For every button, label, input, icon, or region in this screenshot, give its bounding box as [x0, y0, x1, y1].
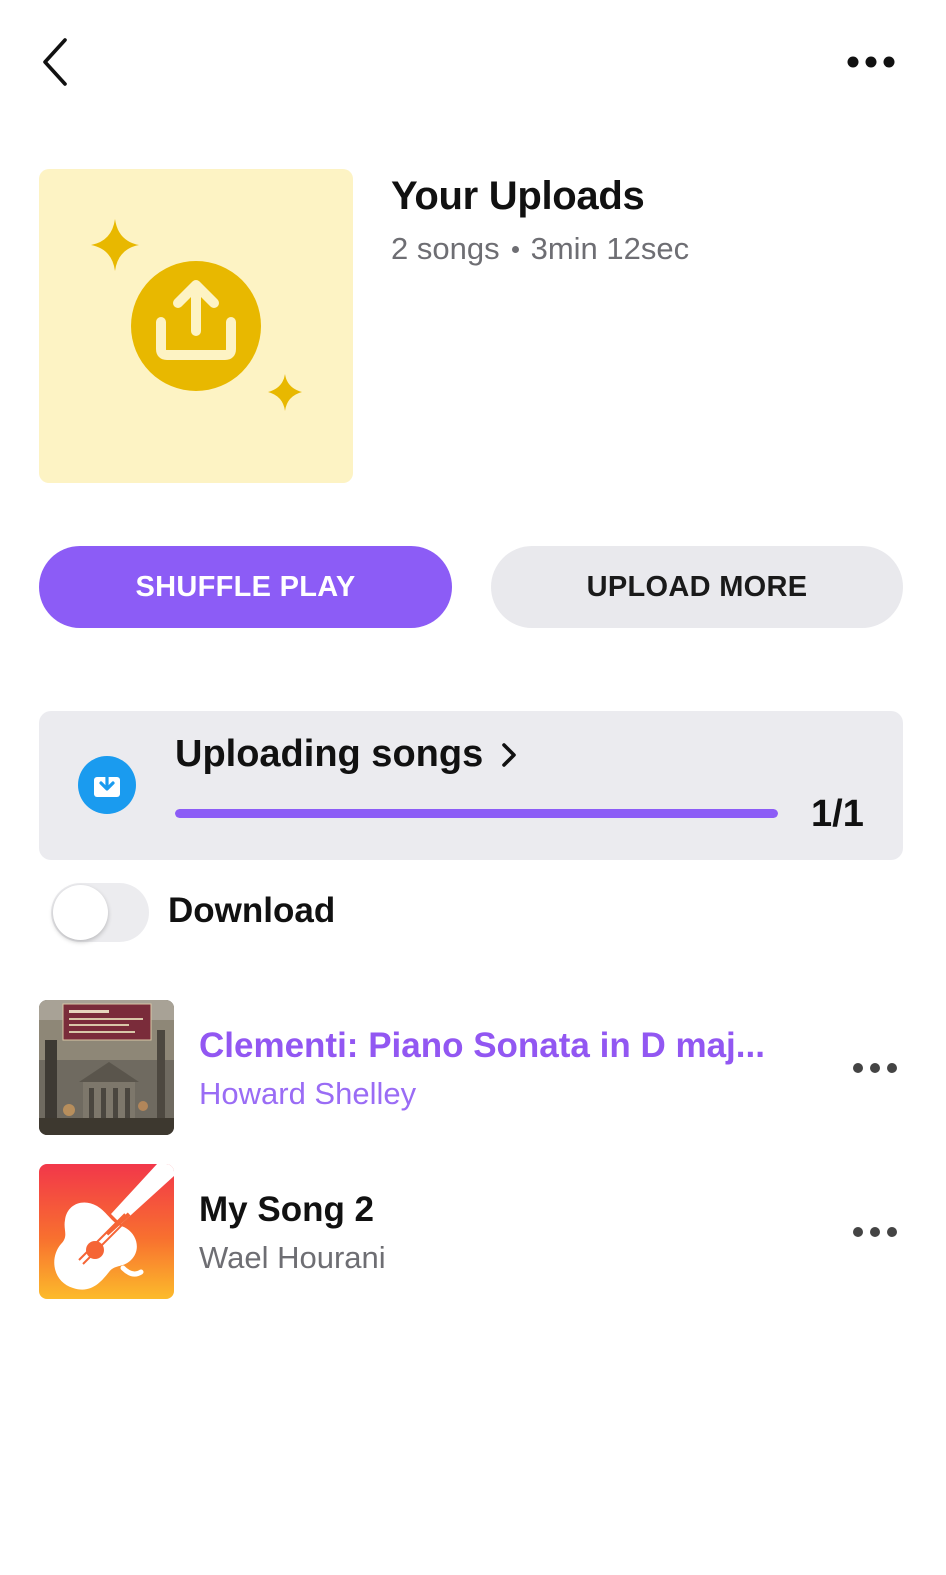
- uploading-songs-link[interactable]: Uploading songs: [175, 733, 517, 776]
- song-count: 2 songs: [391, 231, 500, 266]
- shuffle-play-button[interactable]: SHUFFLE PLAY: [39, 546, 452, 628]
- ellipsis-icon: [853, 1063, 897, 1073]
- playlist-meta: 2 songs 3min 12sec: [391, 231, 689, 267]
- album-art-garageband: [39, 1164, 174, 1299]
- ellipsis-icon: [853, 1227, 897, 1237]
- sparkle-icon: [268, 374, 302, 411]
- chevron-left-icon: [43, 38, 67, 86]
- song-row[interactable]: My Song 2 Wael Hourani: [39, 1164, 903, 1300]
- upload-progress-fill: [175, 809, 778, 818]
- chevron-right-icon: [502, 742, 517, 767]
- upload-circle-icon: [91, 219, 302, 411]
- song-artist: Wael Hourani: [199, 1240, 386, 1275]
- playlist-duration: 3min 12sec: [530, 231, 690, 266]
- song-row[interactable]: Clementi: Piano Sonata in D maj... Howar…: [39, 1000, 903, 1136]
- playlist-title: Your Uploads: [391, 174, 645, 218]
- album-art-clementi: [39, 1000, 174, 1135]
- song-title: Clementi: Piano Sonata in D maj...: [199, 1026, 765, 1065]
- upload-count: 1/1: [811, 793, 864, 835]
- sparkle-icon: [91, 219, 139, 271]
- playlist-cover: [39, 169, 353, 483]
- song-more-button[interactable]: [839, 1044, 911, 1092]
- uploading-songs-label: Uploading songs: [175, 733, 484, 775]
- download-label: Download: [168, 891, 336, 930]
- ellipsis-icon: [847, 56, 895, 68]
- download-tray-icon: [94, 771, 120, 797]
- upload-progress-bar: [175, 809, 778, 818]
- upload-status-icon-badge: [78, 756, 136, 814]
- more-options-button[interactable]: [836, 40, 906, 84]
- toggle-knob: [53, 885, 108, 940]
- back-button[interactable]: [30, 32, 80, 92]
- download-toggle[interactable]: [51, 883, 149, 942]
- separator-dot: [511, 245, 519, 253]
- upload-more-button[interactable]: UPLOAD MORE: [491, 546, 903, 628]
- song-artist: Howard Shelley: [199, 1076, 417, 1111]
- song-title: My Song 2: [199, 1190, 375, 1229]
- song-more-button[interactable]: [839, 1208, 911, 1256]
